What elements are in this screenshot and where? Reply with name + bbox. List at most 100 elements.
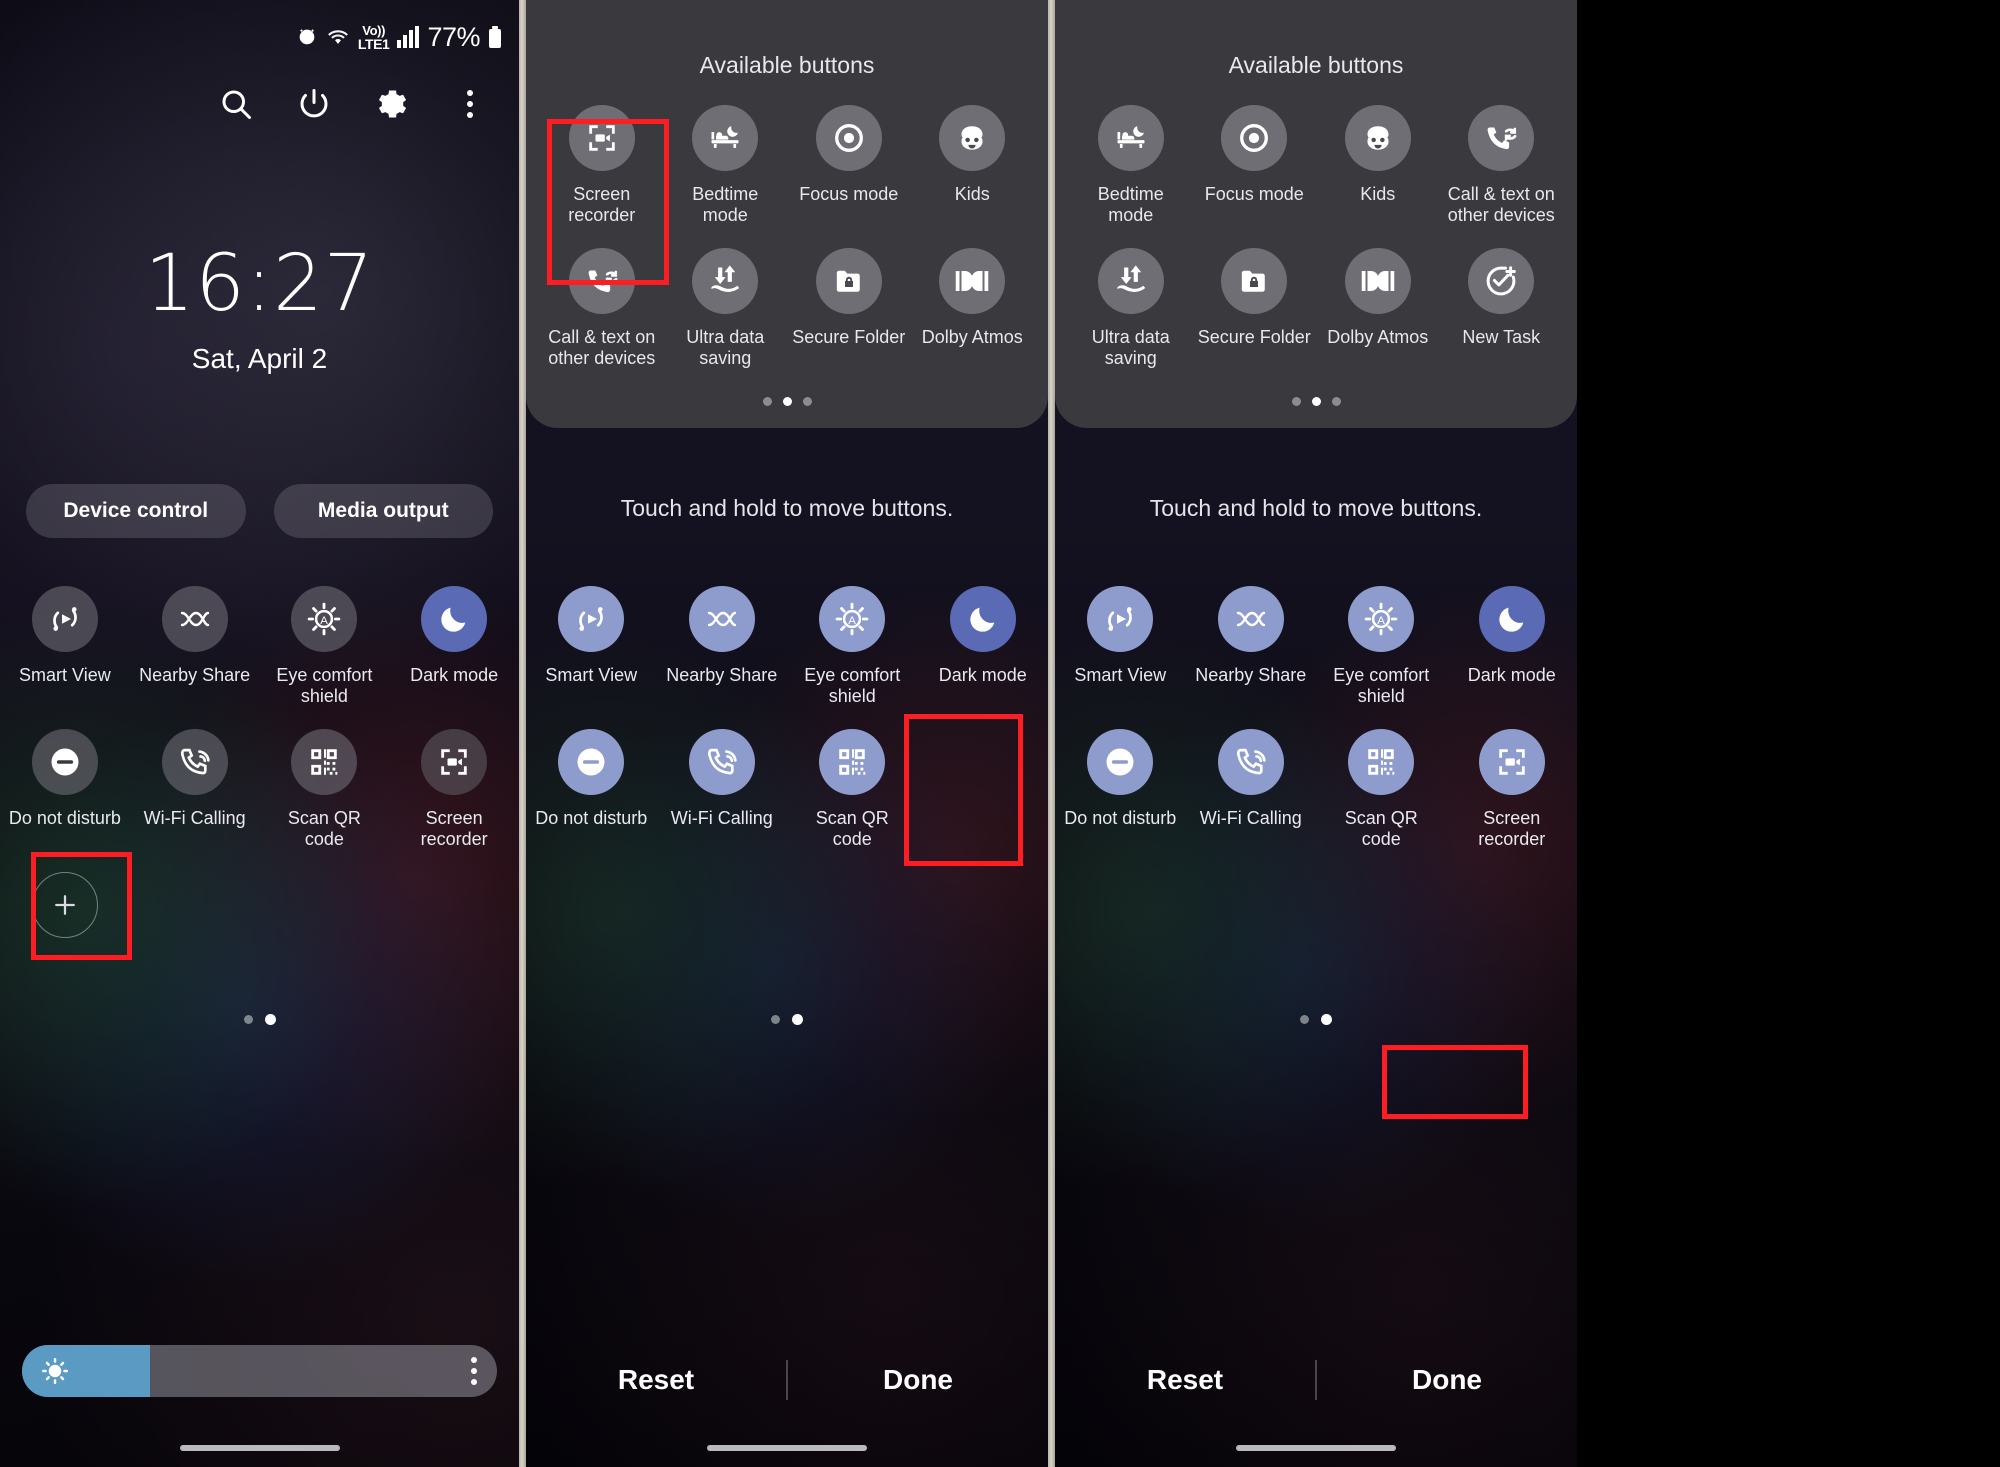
editor-bottom-bar: Reset Done <box>1055 1337 1577 1423</box>
tray-page-dot[interactable] <box>1331 396 1341 406</box>
tray-item-label: Secure Folder <box>792 326 906 347</box>
call-text-other-devices-icon <box>1468 105 1535 171</box>
toggle-do-not-disturb[interactable]: Do not disturb <box>526 729 657 850</box>
toggle-label: Nearby Share <box>1195 665 1307 685</box>
brightness-menu-icon[interactable] <box>471 1357 477 1385</box>
tray-item-secure-folder[interactable]: Secure Folder <box>1193 247 1317 369</box>
toggle-do-not-disturb[interactable]: Do not disturb <box>1055 729 1186 850</box>
tray-item-new-task[interactable]: New Task <box>1440 247 1564 369</box>
tray-page-indicator <box>1069 396 1563 406</box>
toggle-smart-view[interactable]: Smart View <box>1055 586 1186 707</box>
toggle-screen-recorder[interactable]: Screen recorder <box>389 729 519 850</box>
tray-page-dot-active[interactable] <box>782 396 792 406</box>
panel-divider-1 <box>519 0 526 1467</box>
svg-text:A: A <box>1377 615 1385 627</box>
reset-button[interactable]: Reset <box>1055 1364 1315 1396</box>
toggle-wifi-calling[interactable]: Wi-Fi Calling <box>657 729 788 850</box>
toggle-nearby-share[interactable]: Nearby Share <box>130 586 260 707</box>
dolby-atmos-icon <box>939 247 1006 314</box>
page-dot-active[interactable] <box>1321 1014 1332 1025</box>
panel-divider-2 <box>1048 0 1055 1467</box>
page-dot[interactable] <box>1300 1015 1309 1024</box>
settings-gear-icon[interactable] <box>373 85 411 123</box>
tray-item-dolby-atmos[interactable]: Dolby Atmos <box>911 247 1035 369</box>
page-indicator <box>243 1014 276 1025</box>
tray-item-call-text-other-devices[interactable]: Call & text on other devices <box>540 247 664 369</box>
tray-item-label: Bedtime mode <box>692 184 759 225</box>
nearby-share-icon <box>161 586 228 652</box>
tray-item-secure-folder[interactable]: Secure Folder <box>787 247 911 369</box>
tray-page-dot[interactable] <box>802 396 812 406</box>
tray-item-kids[interactable]: Kids <box>1316 105 1440 226</box>
page-dot-active[interactable] <box>792 1014 803 1025</box>
toggle-eye-comfort-shield[interactable]: A Eye comfort shield <box>260 586 390 707</box>
reset-button[interactable]: Reset <box>526 1364 786 1396</box>
device-control-button[interactable]: Device control <box>26 484 246 538</box>
brightness-slider[interactable] <box>22 1345 497 1397</box>
tray-item-kids[interactable]: Kids <box>911 105 1035 226</box>
tray-item-label: Dolby Atmos <box>921 326 1023 347</box>
toggle-scan-qr-code[interactable]: Scan QR code <box>260 729 390 850</box>
tray-item-dolby-atmos[interactable]: Dolby Atmos <box>1316 247 1440 369</box>
tray-item-ultra-data-saving[interactable]: Ultra data saving <box>1069 247 1193 369</box>
toggle-empty-slot[interactable] <box>918 729 1049 850</box>
page-dot-active[interactable] <box>264 1014 276 1025</box>
add-button[interactable] <box>0 872 130 938</box>
ultra-data-saving-icon <box>692 247 759 314</box>
toggle-dark-mode[interactable]: Dark mode <box>918 586 1049 707</box>
toggle-smart-view[interactable]: Smart View <box>526 586 657 707</box>
tray-item-label: Ultra data saving <box>1091 326 1170 368</box>
media-output-button[interactable]: Media output <box>273 484 493 538</box>
tray-item-call-text-other-devices[interactable]: Call & text on other devices <box>1440 105 1564 226</box>
tray-item-label: Bedtime mode <box>1097 184 1164 225</box>
tray-item-label: Focus mode <box>799 184 899 204</box>
quick-toggles-row-2: Do not disturb Wi-Fi Calling Scan QR cod… <box>0 729 519 850</box>
tray-item-bedtime-mode[interactable]: Bedtime mode <box>1069 105 1193 226</box>
search-icon[interactable] <box>217 85 255 123</box>
done-button[interactable]: Done <box>1317 1364 1577 1396</box>
toggle-label: Do not disturb <box>8 808 121 828</box>
tray-page-dot[interactable] <box>762 396 772 406</box>
toggle-nearby-share[interactable]: Nearby Share <box>657 586 788 707</box>
wifi-icon <box>326 26 350 48</box>
toggle-scan-qr-code[interactable]: Scan QR code <box>787 729 918 850</box>
toggle-do-not-disturb[interactable]: Do not disturb <box>0 729 130 850</box>
toggle-screen-recorder[interactable]: Screen recorder <box>1447 729 1578 850</box>
page-dot[interactable] <box>771 1015 780 1024</box>
tray-page-dot[interactable] <box>1291 396 1301 406</box>
three-phone-screenshots: Vo)) LTE1 77% 16:27 Sat, April 2 Device … <box>0 0 2000 1467</box>
toggle-smart-view[interactable]: Smart View <box>0 586 130 707</box>
power-icon[interactable] <box>295 85 333 123</box>
tray-item-label: Secure Folder <box>1197 326 1311 347</box>
tray-item-focus-mode[interactable]: Focus mode <box>1193 105 1317 226</box>
brightness-sun-icon <box>40 1356 70 1386</box>
done-button[interactable]: Done <box>788 1364 1048 1396</box>
tray-item-bedtime-mode[interactable]: Bedtime mode <box>664 105 788 226</box>
toggle-dark-mode[interactable]: Dark mode <box>389 586 519 707</box>
more-options-icon[interactable] <box>451 85 489 123</box>
tray-item-screen-recorder[interactable]: Screen recorder <box>540 105 664 226</box>
toggle-dark-mode[interactable]: Dark mode <box>1447 586 1578 707</box>
screen-recorder-icon <box>1478 729 1545 795</box>
toggle-eye-comfort-shield[interactable]: A Eye comfort shield <box>787 586 918 707</box>
tray-item-focus-mode[interactable]: Focus mode <box>787 105 911 226</box>
page-dot[interactable] <box>243 1015 253 1024</box>
moon-icon <box>949 586 1016 652</box>
qr-code-icon <box>291 729 358 795</box>
secure-folder-icon <box>1221 247 1288 314</box>
toggle-label: Nearby Share <box>139 665 251 685</box>
tray-grid: Screen recorder Bedtime mode Focus mode … <box>540 105 1034 369</box>
toggle-eye-comfort-shield[interactable]: A Eye comfort shield <box>1316 586 1447 707</box>
tray-page-dot-active[interactable] <box>1311 396 1321 406</box>
tray-item-label: Ultra data saving <box>686 326 765 368</box>
quick-toggles-row-2: Do not disturb Wi-Fi Calling Scan QR cod… <box>526 729 1048 850</box>
qr-code-icon <box>819 729 886 795</box>
toggle-nearby-share[interactable]: Nearby Share <box>1186 586 1317 707</box>
quick-toggles-row-2: Do not disturb Wi-Fi Calling Scan QR cod… <box>1055 729 1577 850</box>
toggle-wifi-calling[interactable]: Wi-Fi Calling <box>130 729 260 850</box>
toggle-label: Dark mode <box>410 665 499 685</box>
toggle-scan-qr-code[interactable]: Scan QR code <box>1316 729 1447 850</box>
tray-item-ultra-data-saving[interactable]: Ultra data saving <box>664 247 788 369</box>
toggle-wifi-calling[interactable]: Wi-Fi Calling <box>1186 729 1317 850</box>
gesture-nav-bar <box>707 1445 867 1451</box>
